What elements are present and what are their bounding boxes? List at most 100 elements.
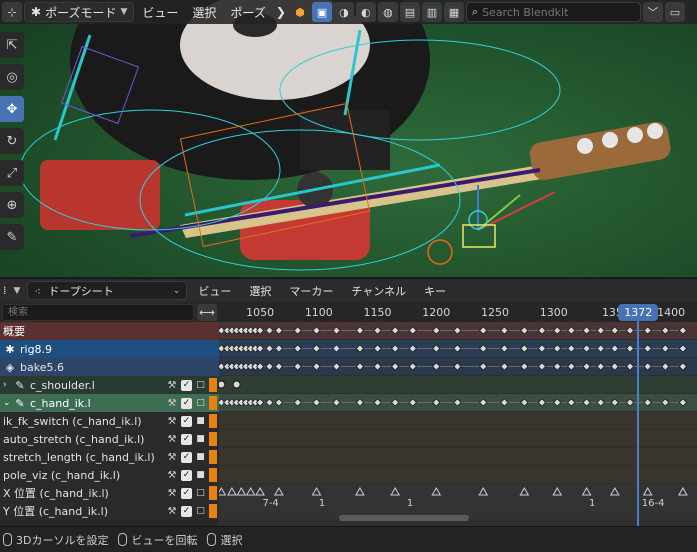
- unlock-icon[interactable]: □: [195, 380, 206, 391]
- more-chevron-icon[interactable]: ❯: [274, 2, 288, 22]
- channel-row[interactable]: ◈ bake5.6: [0, 358, 219, 376]
- mute-checkbox[interactable]: ✓: [181, 379, 192, 391]
- search-input[interactable]: [482, 5, 633, 19]
- image-icon[interactable]: ▤: [399, 2, 420, 22]
- frame-tick-label: 1400: [657, 306, 686, 319]
- mute-checkbox[interactable]: ✓: [181, 505, 192, 517]
- lock-icon[interactable]: ■: [195, 416, 206, 427]
- guitar-body: [40, 160, 160, 230]
- cursor-3d-icon[interactable]: ◎: [0, 64, 24, 90]
- channel-row[interactable]: › ✎ c_shoulder.l ⚒ ✓ □: [0, 376, 219, 394]
- blendkit-logo-icon[interactable]: ⬢: [290, 2, 310, 22]
- channel-label: 概要: [3, 325, 25, 338]
- channel-row[interactable]: 概要: [0, 322, 219, 340]
- chart-icon[interactable]: ▥: [421, 2, 442, 22]
- dopesheet-editor-type[interactable]: ⁞ ▼: [0, 284, 23, 297]
- keyframe-row-bg: [219, 430, 697, 447]
- tuning-peg: [627, 127, 643, 143]
- mute-checkbox[interactable]: ✓: [181, 397, 192, 409]
- frame-ruler[interactable]: 1050 1100 1150 1200 1250 1300 135 1400 1372: [219, 302, 697, 322]
- frame-tick-label: 1250: [480, 306, 509, 319]
- channel-row[interactable]: ✱ rig8.9: [0, 340, 219, 358]
- lock-icon[interactable]: ■: [195, 434, 206, 445]
- 3d-viewport[interactable]: ⊹ ✱ ポーズモード ▼ ビュー 選択 ポーズ ❯ ⬢ ▣ ◑ ◐ ◍ ▤ ▥ …: [0, 0, 697, 277]
- character-jacket: [300, 110, 390, 170]
- channel-label: rig8.9: [20, 342, 53, 356]
- select-cursor-icon[interactable]: ⇱: [0, 32, 24, 58]
- collapsed-chevron-icon[interactable]: ›: [3, 380, 13, 390]
- world-icon[interactable]: ◍: [377, 2, 398, 22]
- unlock-icon[interactable]: □: [195, 506, 206, 517]
- mode-label: ポーズモード: [45, 5, 117, 20]
- modifier-wrench-icon[interactable]: ⚒: [166, 452, 178, 463]
- horizontal-scrollbar[interactable]: [339, 515, 469, 521]
- current-frame-indicator[interactable]: 1372: [618, 304, 659, 321]
- channel-row[interactable]: ⌄ ✎ c_hand_ik.l ⚒ ✓ □: [0, 394, 219, 412]
- editor-type-icon[interactable]: ⊹: [2, 2, 22, 22]
- solid-shading-icon[interactable]: ▣: [311, 2, 332, 22]
- ds-menu-marker[interactable]: マーカー: [282, 283, 340, 299]
- dopesheet-mode-dropdown[interactable]: ⁖ ドープシート ⌄: [27, 281, 188, 300]
- material-shading-icon[interactable]: ◑: [333, 2, 354, 22]
- layout-icon[interactable]: ▦: [443, 2, 464, 22]
- scale-icon[interactable]: ⤢: [0, 160, 24, 186]
- dopesheet-header: ⁞ ▼ ⁖ ドープシート ⌄ ビュー 選択 マーカー チャンネル キー: [0, 278, 697, 302]
- menu-view[interactable]: ビュー: [136, 2, 184, 22]
- mode-dropdown[interactable]: ✱ ポーズモード ▼: [24, 2, 135, 22]
- menu-select[interactable]: 選択: [186, 2, 222, 22]
- annotate-icon[interactable]: ✎: [0, 224, 24, 250]
- ds-menu-view[interactable]: ビュー: [191, 283, 238, 299]
- transform-icon[interactable]: ⊕: [0, 192, 24, 218]
- mute-checkbox[interactable]: ✓: [181, 469, 192, 481]
- channel-row[interactable]: auto_stretch (c_hand_ik.l) ⚒ ✓ ■: [0, 430, 219, 448]
- playhead-line[interactable]: [637, 321, 640, 526]
- channel-row[interactable]: pole_viz (c_hand_ik.l) ⚒ ✓ ■: [0, 466, 219, 484]
- lock-icon[interactable]: ■: [195, 470, 206, 481]
- modifier-wrench-icon[interactable]: ⚒: [166, 488, 178, 499]
- dopesheet-timeline[interactable]: 1050 1100 1150 1200 1250 1300 135 1400 1372 7-4 1…: [219, 302, 697, 526]
- mute-checkbox[interactable]: ✓: [181, 415, 192, 427]
- ds-menu-key[interactable]: キー: [417, 283, 453, 299]
- lock-icon[interactable]: ■: [195, 452, 206, 463]
- blendkit-search[interactable]: ⌕: [465, 2, 641, 22]
- mute-checkbox[interactable]: ✓: [181, 487, 192, 499]
- mouse-left-icon: [3, 533, 12, 546]
- modifier-wrench-icon[interactable]: ⚒: [166, 506, 178, 517]
- status-item-select: 選択: [207, 532, 242, 548]
- menu-pose[interactable]: ポーズ: [224, 2, 271, 22]
- modifier-wrench-icon[interactable]: ⚒: [166, 470, 178, 481]
- channel-row[interactable]: Y 位置 (c_hand_ik.l) ⚒ ✓ □: [0, 502, 219, 520]
- modifier-wrench-icon[interactable]: ⚒: [166, 434, 178, 445]
- search-options-chevron-icon[interactable]: ﹀: [642, 2, 663, 22]
- channel-controls: ⚒ ✓ ■: [166, 466, 219, 484]
- keyframe[interactable]: [232, 380, 241, 389]
- channel-label: X 位置 (c_hand_ik.l): [3, 487, 109, 500]
- rendered-shading-icon[interactable]: ◐: [355, 2, 376, 22]
- modifier-wrench-icon[interactable]: ⚒: [166, 416, 178, 427]
- mute-checkbox[interactable]: ✓: [181, 433, 192, 445]
- expanded-chevron-icon[interactable]: ⌄: [3, 398, 13, 408]
- move-icon[interactable]: ✥: [0, 96, 24, 122]
- modifier-wrench-icon[interactable]: ⚒: [166, 398, 178, 409]
- channel-row[interactable]: ik_fk_switch (c_hand_ik.l) ⚒ ✓ ■: [0, 412, 219, 430]
- mute-checkbox[interactable]: ✓: [181, 451, 192, 463]
- keyframe-area[interactable]: 7-4 1 1 1 16-4: [219, 322, 697, 526]
- ds-menu-channel[interactable]: チャンネル: [344, 283, 413, 299]
- unlock-icon[interactable]: □: [195, 398, 206, 409]
- modifier-wrench-icon[interactable]: ⚒: [166, 380, 178, 391]
- keyframe-row-bg: [219, 484, 697, 501]
- channel-color-swatch: [209, 504, 217, 518]
- keyframe[interactable]: [219, 380, 226, 389]
- channel-row[interactable]: X 位置 (c_hand_ik.l) ⚒ ✓ □: [0, 484, 219, 502]
- channel-label: stretch_length (c_hand_ik.l): [3, 450, 155, 464]
- channel-row[interactable]: stretch_length (c_hand_ik.l) ⚒ ✓ ■: [0, 448, 219, 466]
- sync-icon[interactable]: ⟷: [197, 303, 217, 321]
- ds-menu-select[interactable]: 選択: [242, 283, 278, 299]
- channel-search-input[interactable]: [2, 303, 194, 321]
- asset-browser-icon[interactable]: ▭: [664, 2, 685, 22]
- dopesheet-editor-icon: ⁞: [3, 284, 7, 297]
- unlock-icon[interactable]: □: [195, 488, 206, 499]
- frame-tick-label: 1100: [304, 306, 333, 319]
- rotate-icon[interactable]: ↻: [0, 128, 24, 154]
- action-icon: ◈: [5, 360, 15, 374]
